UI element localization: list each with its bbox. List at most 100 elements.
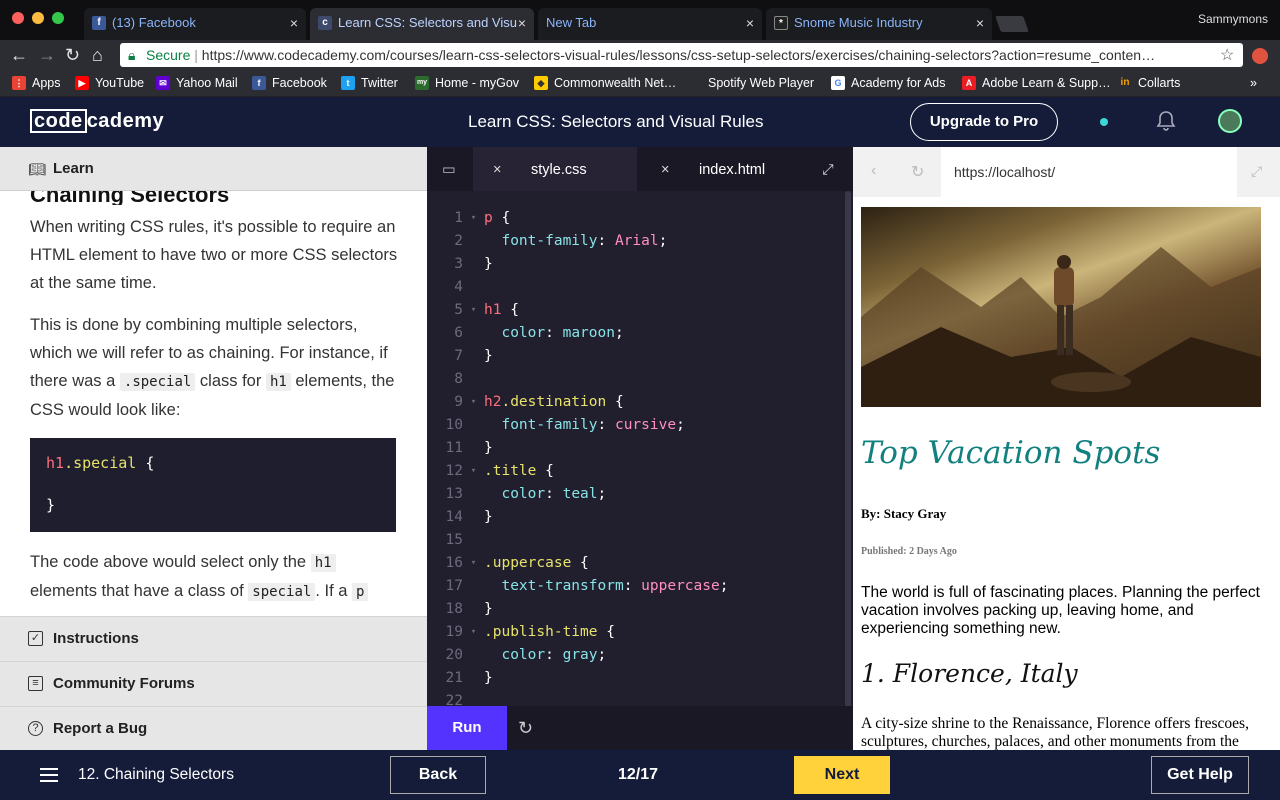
code-lines[interactable]: 1 ▾ p {2 font-family: Arial; 3} 4 5 ▾ h1 {6 col… [427,207,853,713]
code-line[interactable]: 1 ▾ p { [427,207,853,230]
line-number: 10 [445,417,463,433]
reset-code-icon[interactable]: ↻ [518,718,533,739]
preview-refresh-icon[interactable]: ↻ [911,162,924,182]
code-line[interactable]: 18} [427,598,853,621]
bookmark-mygov[interactable]: my Home - myGov [415,75,519,91]
bookmark-yahoo-mail[interactable]: ✉ Yahoo Mail [156,75,238,91]
code-example-block: h1.special { } [30,438,396,532]
code-line[interactable]: 9 ▾ h2.destination { [427,391,853,414]
exercise-name[interactable]: 12. Chaining Selectors [78,766,234,784]
code-line[interactable]: 7} [427,345,853,368]
preview-back-icon[interactable]: ‹ [871,162,876,180]
close-tab-icon[interactable]: × [746,8,754,38]
logo-text: cademy [86,110,165,132]
bookmark-twitter[interactable]: t Twitter [341,75,398,91]
get-help-button[interactable]: Get Help [1151,756,1249,794]
learn-tab-header[interactable]: 📖︎ Learn [0,147,427,191]
editor-scrollbar[interactable] [845,191,851,711]
bookmark-commonwealth[interactable]: ◆ Commonwealth Net… [534,75,676,91]
preview-url-field[interactable]: https://localhost/ [941,147,1237,197]
instructions-accordion[interactable]: ✓ Instructions [0,616,427,661]
close-file-icon[interactable]: × [493,147,501,193]
code-line[interactable]: 12 ▾ .title { [427,460,853,483]
codecademy-logo[interactable]: code cademy [30,109,164,133]
new-tab-button[interactable] [995,16,1029,32]
preview-expand-icon[interactable]: ⤢ [1251,163,1262,180]
bookmark-facebook[interactable]: f Facebook [252,75,327,91]
extension-icon[interactable] [1252,48,1268,64]
close-tab-icon[interactable]: × [518,8,526,38]
notification-bell-icon[interactable] [1156,110,1176,132]
browser-tab-facebook[interactable]: f (13) Facebook × [84,8,306,40]
address-bar[interactable]: 🔒︎ Secure | https://www.codecademy.com/c… [120,43,1243,67]
mygov-icon: my [415,76,429,90]
logo-box-text: code [30,109,87,133]
code-line[interactable]: 21} [427,667,853,690]
fold-arrow-icon[interactable]: ▾ [463,299,484,322]
code-line[interactable]: 2 font-family: Arial; [427,230,853,253]
close-tab-icon[interactable]: × [976,8,984,38]
bookmark-star-icon[interactable]: ☆ [1220,45,1234,65]
file-tree-folder-icon[interactable]: ▭ [442,147,456,191]
minimize-window-dot[interactable] [32,12,44,24]
close-window-dot[interactable] [12,12,24,24]
user-avatar[interactable] [1218,109,1242,133]
code-token: h2 [484,394,502,410]
code-line[interactable]: 5 ▾ h1 { [427,299,853,322]
profile-name[interactable]: Sammymons [1198,12,1268,26]
bookmarks-bar: ⋮ Apps ▶ YouTube ✉ Yahoo Mail f Facebook t Tw… [0,70,1280,97]
commonwealth-icon: ◆ [534,76,548,90]
preview-destination-description: A city-size shrine to the Renaissance, F… [861,715,1249,750]
browser-tab-codecademy[interactable]: c Learn CSS: Selectors and Visu × [310,8,534,40]
code-line[interactable]: 19 ▾ .publish-time { [427,621,853,644]
bookmark-spotify[interactable]: Spotify Web Player [688,75,814,91]
back-button[interactable]: Back [390,756,486,794]
course-title: Learn CSS: Selectors and Visual Rules [468,112,764,131]
fold-arrow-icon[interactable]: ▾ [463,621,484,644]
report-bug-accordion[interactable]: ? Report a Bug [0,706,427,750]
maximize-window-dot[interactable] [52,12,64,24]
browser-tab-new-tab[interactable]: New Tab × [538,8,762,40]
code-line[interactable]: 8 [427,368,853,391]
bookmark-youtube[interactable]: ▶ YouTube [75,75,144,91]
fold-arrow-icon[interactable]: ▾ [463,552,484,575]
fold-arrow-icon[interactable]: ▾ [463,460,484,483]
close-tab-icon[interactable]: × [290,8,298,38]
code-line[interactable]: 14} [427,506,853,529]
bookmark-apps[interactable]: ⋮ Apps [12,75,61,91]
browser-tab-snome[interactable]: * Snome Music Industry × [766,8,992,40]
forward-arrow-icon[interactable]: → [38,44,56,66]
upgrade-to-pro-button[interactable]: Upgrade to Pro [910,103,1058,141]
code-line[interactable]: 4 [427,276,853,299]
bookmark-academy-ads[interactable]: G Academy for Ads [831,75,946,91]
more-bookmarks-icon[interactable]: » [1250,75,1257,91]
menu-hamburger-icon[interactable] [40,768,58,782]
expand-editor-icon[interactable]: ⤢ [822,147,834,191]
code-token: { [597,624,615,640]
run-button[interactable]: Run [427,706,507,750]
tab-style-css[interactable]: × style.css [473,147,637,191]
code-line[interactable]: 11} [427,437,853,460]
next-button[interactable]: Next [794,756,890,794]
bookmark-collarts[interactable]: in Collarts [1118,75,1181,91]
code-line[interactable]: 13 color: teal; [427,483,853,506]
code-line[interactable]: 17 text-transform: uppercase; [427,575,853,598]
bookmark-adobe[interactable]: A Adobe Learn & Supp… [962,75,1111,91]
home-icon[interactable]: ⌂ [92,44,103,66]
bookmark-label: Adobe Learn & Supp… [982,76,1111,90]
adobe-icon: A [962,76,976,90]
fold-arrow-icon[interactable]: ▾ [463,391,484,414]
back-arrow-icon[interactable]: ← [10,44,28,66]
community-forums-accordion[interactable]: ≡ Community Forums [0,661,427,706]
tab-title: New Tab [546,15,597,30]
code-line[interactable]: 15 [427,529,853,552]
code-line[interactable]: 3} [427,253,853,276]
close-file-icon[interactable]: × [661,147,669,193]
code-line[interactable]: 10 font-family: cursive; [427,414,853,437]
fold-arrow-icon[interactable]: ▾ [463,207,484,230]
code-line[interactable]: 6 color: maroon; [427,322,853,345]
code-line[interactable]: 16 ▾ .uppercase { [427,552,853,575]
reload-icon[interactable]: ↻ [65,44,80,66]
code-line[interactable]: 20 color: gray; [427,644,853,667]
tab-index-html[interactable]: × index.html [637,147,807,191]
